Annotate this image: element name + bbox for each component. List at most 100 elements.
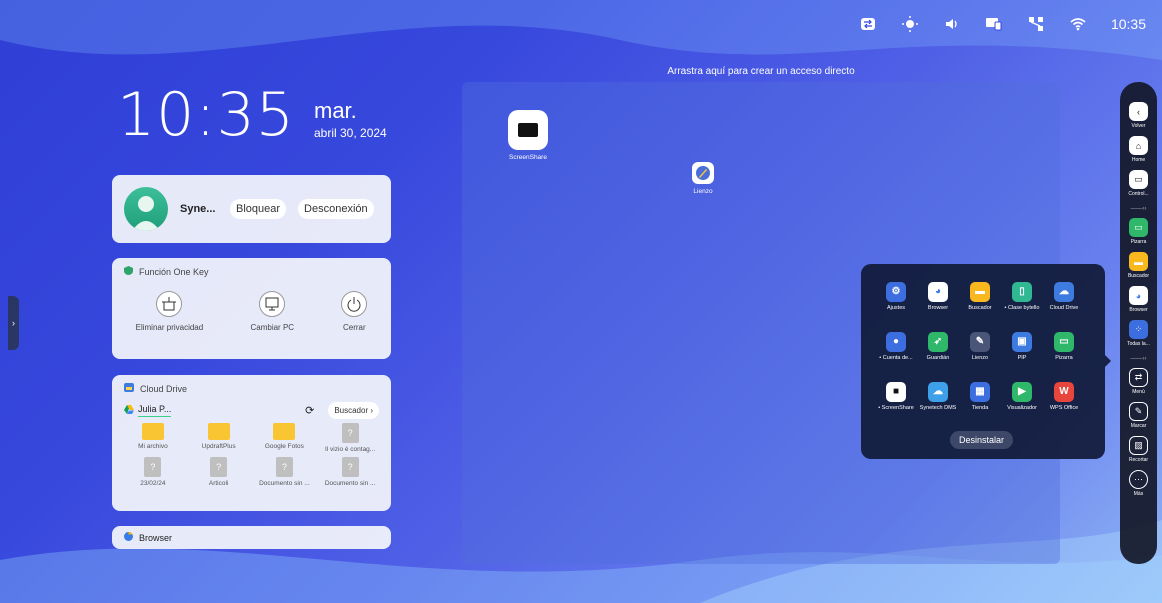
home-button[interactable]: ⌂ Home xyxy=(1129,136,1148,163)
cloud-drive-icon xyxy=(124,383,134,394)
settings-icon: ⚙ xyxy=(886,282,906,302)
search-button[interactable]: Buscador › xyxy=(328,402,379,419)
weekday: mar. xyxy=(314,98,357,123)
book-icon: ▯ xyxy=(1012,282,1032,302)
app-pip[interactable]: ▣ PIP xyxy=(1001,332,1043,376)
app-browser[interactable]: ◕ Browser xyxy=(917,282,959,326)
switch-pc-button[interactable]: Cambiar PC xyxy=(250,291,294,332)
browser-icon: ◕ xyxy=(928,282,948,302)
wps-icon: W xyxy=(1054,382,1074,402)
user-card: Syne... Bloquear Desconexión xyxy=(112,175,391,243)
app-guardian[interactable]: ➶ Guardián xyxy=(917,332,959,376)
left-drawer-handle[interactable]: › xyxy=(8,296,19,350)
more-button[interactable]: ⋯ Más xyxy=(1129,470,1148,497)
drive-files-grid: Mi archivo UpdraftPlus Google Fotos ? Il … xyxy=(112,419,391,491)
app-cuenta[interactable]: ● • Cuenta de... xyxy=(875,332,917,376)
volume-icon[interactable] xyxy=(943,15,961,33)
unknown-file-icon: ? xyxy=(210,457,228,477)
home-icon: ⌂ xyxy=(1129,136,1148,155)
file-item[interactable]: Google Fotos xyxy=(252,423,318,453)
annotate-button[interactable]: ✎ Marcar xyxy=(1129,402,1148,429)
browser-card[interactable]: Browser xyxy=(112,526,391,549)
menu-button[interactable]: ⇄ Menú xyxy=(1129,368,1148,395)
camera-icon: ▶ xyxy=(1012,382,1032,402)
file-item[interactable]: ? Documento sin ... xyxy=(317,457,383,487)
app-tienda[interactable]: ▦ Tienda xyxy=(959,382,1001,426)
whiteboard-icon: ▭ xyxy=(1129,218,1148,237)
file-item[interactable]: ? Il vizio è contag... xyxy=(317,423,383,453)
control-icon: ▭ xyxy=(1128,170,1148,189)
google-drive-icon xyxy=(124,405,134,416)
all-apps-panel: ⚙ Ajustes ◕ Browser ▬ Buscador ▯ • Clase byt… xyxy=(861,264,1105,459)
unknown-file-icon: ? xyxy=(275,457,293,477)
grid-icon: ⁘ xyxy=(1128,320,1148,339)
status-bar: 10:35 xyxy=(859,0,1162,48)
browser-icon: ◕ xyxy=(1129,286,1148,305)
wifi-icon[interactable] xyxy=(1069,15,1087,33)
status-time: 10:35 xyxy=(1110,16,1146,32)
monitor-icon xyxy=(259,291,286,317)
broom-icon xyxy=(156,291,183,317)
screen-switch-icon[interactable] xyxy=(859,15,877,33)
desktop-icon-lienzo[interactable]: Lienzo xyxy=(692,162,714,195)
control-button[interactable]: ▭ Control... xyxy=(1128,170,1149,197)
file-item[interactable]: ? Articoli xyxy=(186,457,252,487)
panel-pointer xyxy=(1105,355,1111,367)
buscador-shortcut[interactable]: ▬ Buscador xyxy=(1128,252,1149,279)
screen-mirror-icon[interactable] xyxy=(985,15,1003,33)
brightness-icon[interactable] xyxy=(901,15,919,33)
app-lienzo[interactable]: ✎ Lienzo xyxy=(959,332,1001,376)
cloud-drive-title: Cloud Drive xyxy=(140,383,188,394)
pip-icon: ▣ xyxy=(1012,332,1032,352)
expand-divider[interactable]: ——›› xyxy=(1131,206,1147,212)
screenshot-button[interactable]: ▨ Recortar xyxy=(1129,436,1148,463)
drive-account[interactable]: Julia P... xyxy=(138,404,172,417)
shield-icon xyxy=(124,266,133,277)
cloud-icon: ☁ xyxy=(928,382,948,402)
folder-icon xyxy=(207,423,230,440)
app-cloud-drive[interactable]: ☁ Cloud Drive xyxy=(1043,282,1085,326)
app-pizarra[interactable]: ▭ Pizarra xyxy=(1043,332,1085,376)
app-wps-office[interactable]: W WPS Office xyxy=(1043,382,1085,426)
all-apps-button[interactable]: ⁘ Todas la... xyxy=(1127,320,1150,347)
user-name: Syne... xyxy=(180,203,216,215)
app-clase-bytello[interactable]: ▯ • Clase bytello xyxy=(1001,282,1043,326)
file-item[interactable]: ? Documento sin ... xyxy=(252,457,318,487)
expand-divider-2[interactable]: ——›› xyxy=(1131,356,1147,362)
shutdown-button[interactable]: Cerrar xyxy=(341,291,368,332)
unknown-file-icon: ? xyxy=(144,457,162,477)
logout-button[interactable]: Desconexión xyxy=(298,199,374,219)
folder-icon xyxy=(141,423,164,440)
file-item[interactable]: ? 23/02/24 xyxy=(120,457,186,487)
back-icon: ‹ xyxy=(1129,102,1148,121)
app-buscador[interactable]: ▬ Buscador xyxy=(959,282,1001,326)
clear-privacy-button[interactable]: Eliminar privacidad xyxy=(136,291,203,332)
refresh-icon[interactable]: ⟳ xyxy=(305,404,314,417)
folder-icon: ▬ xyxy=(1129,252,1148,271)
folder-icon: ▬ xyxy=(970,282,990,302)
pizarra-shortcut[interactable]: ▭ Pizarra xyxy=(1129,218,1148,245)
desktop-icon-screenshare[interactable]: ScreenShare xyxy=(508,110,548,161)
browser-icon xyxy=(124,532,133,543)
file-item[interactable]: UpdraftPlus xyxy=(186,423,252,453)
browser-shortcut[interactable]: ◕ Browser xyxy=(1129,286,1148,313)
app-visualizador[interactable]: ▶ Visualizador xyxy=(1001,382,1043,426)
avatar[interactable] xyxy=(124,187,168,231)
uninstall-button[interactable]: Desinstalar xyxy=(950,431,1014,449)
right-toolbar: ‹ Volver ⌂ Home ▭ Control... ——›› ▭ Pizarra … xyxy=(1120,82,1157,564)
back-button[interactable]: ‹ Volver xyxy=(1129,102,1148,129)
browser-title: Browser xyxy=(139,532,173,543)
whiteboard-icon: ▭ xyxy=(1054,332,1074,352)
file-item[interactable]: Mi archivo xyxy=(120,423,186,453)
folder-icon xyxy=(273,423,296,440)
app-ajustes[interactable]: ⚙ Ajustes xyxy=(875,282,917,326)
network-icon[interactable] xyxy=(1027,15,1045,33)
cloud-drive-icon: ☁ xyxy=(1054,282,1074,302)
app-synetech-dms[interactable]: ☁ Synetech DMS xyxy=(917,382,959,426)
power-icon xyxy=(341,291,368,317)
cloud-drive-card: Cloud Drive Julia P... ⟳ Buscador › Mi a… xyxy=(112,375,391,511)
pen-icon: ✎ xyxy=(1129,402,1148,421)
one-key-card: Función One Key Eliminar privacidad Camb… xyxy=(112,258,391,359)
app-screenshare[interactable]: ■ • ScreenShare xyxy=(875,382,917,426)
lock-button[interactable]: Bloquear xyxy=(230,199,287,219)
